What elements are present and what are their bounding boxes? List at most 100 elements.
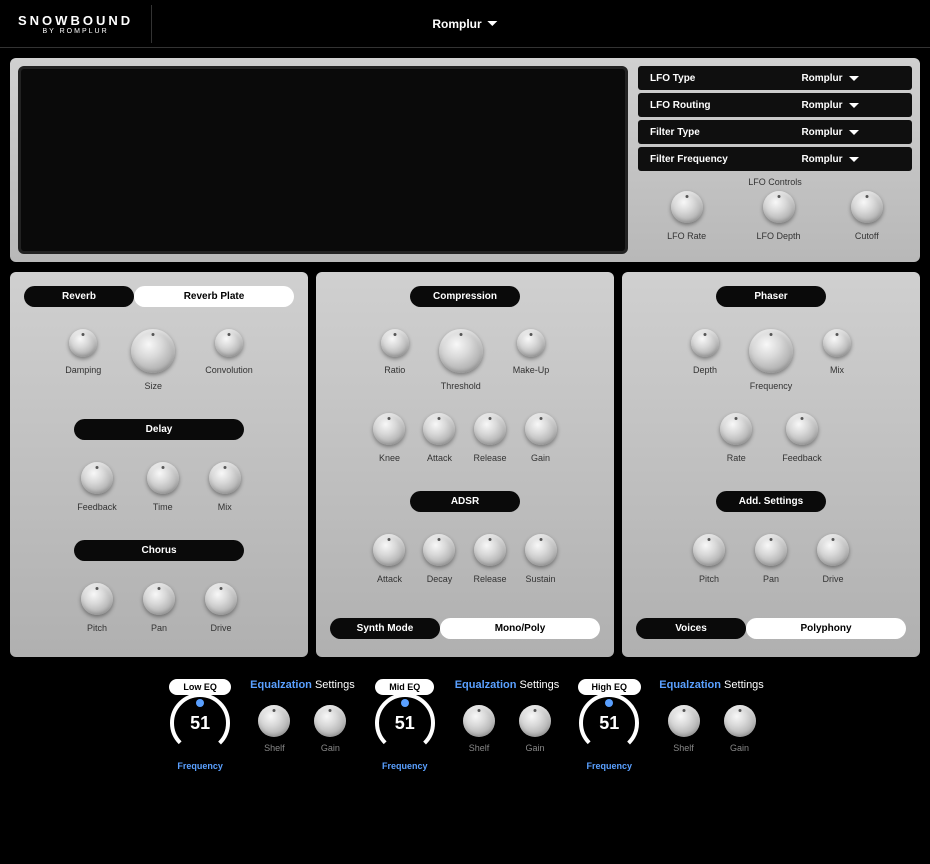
eq-value: 51 <box>371 689 439 757</box>
knee-knob[interactable] <box>373 413 405 445</box>
threshold-knob[interactable] <box>439 329 483 373</box>
mix-knob[interactable] <box>823 329 851 357</box>
size-knob[interactable] <box>131 329 175 373</box>
eq-knob-unit: Gain <box>724 705 756 753</box>
knob-unit: Gain <box>525 413 557 463</box>
knob-unit: Frequency <box>749 329 793 391</box>
knob-label: Drive <box>822 574 843 584</box>
sustain-knob[interactable] <box>525 534 557 566</box>
delay-title: Delay <box>74 419 244 440</box>
pan-knob[interactable] <box>755 534 787 566</box>
preset-dropdown[interactable]: Romplur <box>432 17 497 31</box>
knob-label: Damping <box>65 365 101 375</box>
pan-knob[interactable] <box>143 583 175 615</box>
feedback-knob[interactable] <box>81 462 113 494</box>
reverb-tab[interactable]: Reverb <box>24 286 134 307</box>
decay-knob[interactable] <box>423 534 455 566</box>
drive-knob[interactable] <box>205 583 237 615</box>
shelf-knob[interactable] <box>463 705 495 737</box>
param-value: Romplur <box>801 73 842 84</box>
synth-mode-tab[interactable]: Synth Mode <box>330 618 440 639</box>
eq-knob-label: Shelf <box>264 743 285 753</box>
waveform-display[interactable] <box>18 66 628 254</box>
gain-knob[interactable] <box>525 413 557 445</box>
knob-label: Gain <box>531 453 550 463</box>
voices-tab[interactable]: Voices <box>636 618 746 639</box>
release-knob[interactable] <box>474 413 506 445</box>
knob-unit: Make-Up <box>513 329 550 391</box>
knob-unit: Pan <box>143 583 175 633</box>
param-label: Filter Type <box>650 127 760 138</box>
knob-unit: Attack <box>373 534 405 584</box>
depth-knob[interactable] <box>691 329 719 357</box>
drive-knob[interactable] <box>817 534 849 566</box>
knob-label: Threshold <box>441 381 481 391</box>
param-dropdown[interactable]: Romplur <box>760 100 900 111</box>
knob-unit: LFO Rate <box>667 191 706 241</box>
param-label: LFO Routing <box>650 100 760 111</box>
convolution-knob[interactable] <box>215 329 243 357</box>
gain-knob[interactable] <box>314 705 346 737</box>
knob-label: Time <box>153 502 173 512</box>
knob-label: Decay <box>427 574 453 584</box>
param-label: Filter Frequency <box>650 154 760 165</box>
eq-dial[interactable]: 51 <box>371 689 439 757</box>
rate-knob[interactable] <box>720 413 752 445</box>
mono-poly-tab[interactable]: Mono/Poly <box>440 618 600 639</box>
shelf-knob[interactable] <box>258 705 290 737</box>
knob-unit: Knee <box>373 413 405 463</box>
time-knob[interactable] <box>147 462 179 494</box>
eq-label: Frequency <box>177 761 223 771</box>
pitch-knob[interactable] <box>693 534 725 566</box>
attack-knob[interactable] <box>423 413 455 445</box>
ratio-knob[interactable] <box>381 329 409 357</box>
lfo-controls-label: LFO Controls <box>638 177 912 187</box>
shelf-knob[interactable] <box>668 705 700 737</box>
lfo-rate-knob[interactable] <box>671 191 703 223</box>
reverb-tabs: Reverb Reverb Plate <box>24 286 294 307</box>
eq-knob-label: Gain <box>730 743 749 753</box>
make-up-knob[interactable] <box>517 329 545 357</box>
eq-knob-unit: Shelf <box>258 705 290 753</box>
param-dropdown[interactable]: Romplur <box>760 127 900 138</box>
knob-unit: Damping <box>65 329 101 391</box>
chevron-down-icon <box>488 21 498 26</box>
eq-badge: High EQ <box>578 679 642 695</box>
eq-band: Mid EQ 51 Frequency <box>371 679 439 771</box>
cutoff-knob[interactable] <box>851 191 883 223</box>
lfo-depth-knob[interactable] <box>763 191 795 223</box>
polyphony-tab[interactable]: Polyphony <box>746 618 906 639</box>
mix-knob[interactable] <box>209 462 241 494</box>
param-dropdown[interactable]: Romplur <box>760 73 900 84</box>
gain-knob[interactable] <box>724 705 756 737</box>
knob-unit: Release <box>473 413 506 463</box>
knob-unit: Drive <box>817 534 849 584</box>
eq-value: 51 <box>575 689 643 757</box>
eq-knob-unit: Gain <box>519 705 551 753</box>
knob-unit: Mix <box>209 462 241 512</box>
release-knob[interactable] <box>474 534 506 566</box>
lfo-section: LFO Type Romplur LFO Routing Romplur Fil… <box>638 66 912 254</box>
knob-label: Mix <box>830 365 844 375</box>
param-dropdown[interactable]: Romplur <box>760 154 900 165</box>
knob-unit: Convolution <box>205 329 253 391</box>
damping-knob[interactable] <box>69 329 97 357</box>
knob-label: Feedback <box>782 453 822 463</box>
gain-knob[interactable] <box>519 705 551 737</box>
feedback-knob[interactable] <box>786 413 818 445</box>
knob-unit: Feedback <box>782 413 822 463</box>
pitch-knob[interactable] <box>81 583 113 615</box>
frequency-knob[interactable] <box>749 329 793 373</box>
knob-unit: Depth <box>691 329 719 391</box>
top-panel: LFO Type Romplur LFO Routing Romplur Fil… <box>10 58 920 262</box>
logo-main: SNOWBOUND <box>18 13 133 28</box>
eq-dial[interactable]: 51 <box>166 689 234 757</box>
attack-knob[interactable] <box>373 534 405 566</box>
reverb-plate-tab[interactable]: Reverb Plate <box>134 286 294 307</box>
eq-dial[interactable]: 51 <box>575 689 643 757</box>
panel-phaser-settings: Phaser Depth Frequency Mix Rate Feedback… <box>622 272 920 657</box>
param-label: LFO Type <box>650 73 760 84</box>
knob-label: Pitch <box>699 574 719 584</box>
eq-settings-title: Equalzation Settings <box>455 679 560 691</box>
knob-label: Pan <box>151 623 167 633</box>
